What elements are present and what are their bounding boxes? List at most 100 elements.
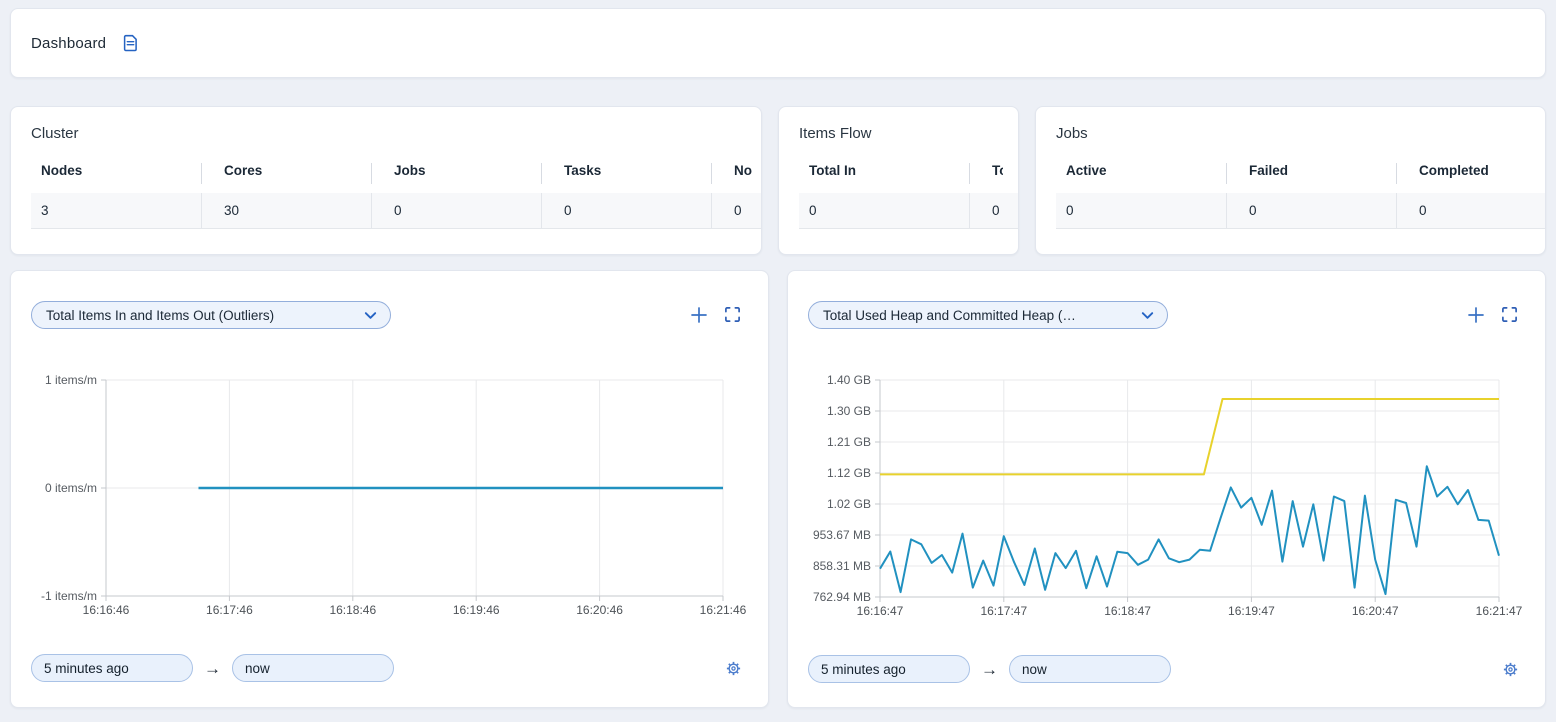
document-icon[interactable] [121, 33, 140, 53]
stat-value: 0 [1396, 193, 1516, 228]
stat-value: 0 [799, 193, 969, 228]
metric-selector-label: Total Used Heap and Committed Heap (… [823, 308, 1076, 323]
items-flow-card: Items Flow Total In Total Out 0 0 [778, 106, 1019, 255]
column-header: Total Out [969, 163, 1003, 184]
heap-line-chart [880, 380, 1499, 597]
y-tick: 0 items/m [45, 481, 97, 495]
y-tick: 1 items/m [45, 373, 97, 387]
gear-icon [725, 660, 742, 677]
stat-value: 0 [711, 193, 756, 228]
cluster-card-title: Cluster [31, 125, 761, 142]
items-chart-panel: Total Items In and Items Out (Outliers) [10, 270, 769, 708]
dashboard-page: Dashboard Cluster Nodes Cores Jobs Tasks… [0, 0, 1556, 716]
y-tick: 1.40 GB [827, 373, 871, 387]
x-tick: 16:16:47 [857, 604, 904, 618]
column-header: Total In [799, 163, 969, 184]
metric-selector-label: Total Items In and Items Out (Outliers) [46, 308, 274, 323]
column-header: Completed [1396, 163, 1516, 184]
column-header: Tasks [541, 163, 711, 184]
jobs-table-header: Active Failed Completed [1056, 163, 1545, 193]
metric-selector-dropdown[interactable]: Total Used Heap and Committed Heap (… [808, 301, 1168, 329]
fullscreen-button[interactable] [724, 306, 742, 324]
time-range-controls: → [31, 654, 744, 682]
chart-area: 1 items/m 0 items/m -1 items/m 16:16:46 … [31, 380, 744, 622]
page-header: Dashboard [10, 8, 1546, 78]
plus-icon [690, 306, 708, 324]
x-axis-labels: 16:16:47 16:17:47 16:18:47 16:19:47 16:2… [880, 597, 1499, 623]
time-from-input[interactable] [31, 654, 193, 682]
chevron-down-icon [363, 308, 378, 323]
y-tick: 1.12 GB [827, 466, 871, 480]
jobs-card: Jobs Active Failed Completed 0 0 0 [1035, 106, 1546, 255]
jobs-card-title: Jobs [1056, 125, 1545, 142]
stat-value: 3 [31, 193, 201, 228]
plot-area: 16:16:46 16:17:46 16:18:46 16:19:46 16:2… [106, 380, 723, 622]
column-header: No [711, 163, 756, 184]
column-header: Failed [1226, 163, 1396, 184]
x-tick: 16:16:46 [83, 603, 130, 617]
time-range-controls: → [808, 655, 1521, 683]
x-tick: 16:20:47 [1352, 604, 1399, 618]
x-tick: 16:17:46 [206, 603, 253, 617]
add-chart-button[interactable] [1467, 306, 1485, 324]
x-tick: 16:21:47 [1476, 604, 1523, 618]
y-tick: 1.30 GB [827, 404, 871, 418]
chevron-down-icon [1140, 308, 1155, 323]
settings-gear-button[interactable] [725, 660, 742, 677]
y-tick: -1 items/m [41, 589, 97, 603]
column-header: Nodes [31, 163, 201, 184]
y-tick: 1.02 GB [827, 497, 871, 511]
y-axis-labels: 1.40 GB 1.30 GB 1.21 GB 1.12 GB 1.02 GB … [808, 380, 880, 597]
stat-value: 0 [1056, 193, 1226, 228]
panel-header: Total Used Heap and Committed Heap (… [808, 301, 1521, 329]
plus-icon [1467, 306, 1485, 324]
gear-icon [1502, 661, 1519, 678]
items-flow-table-header: Total In Total Out [799, 163, 1018, 193]
x-tick: 16:18:46 [329, 603, 376, 617]
fullscreen-icon [724, 306, 741, 323]
arrow-right-icon: → [981, 661, 998, 678]
items-flow-table-row: 0 0 [799, 193, 1018, 229]
panel-actions [690, 306, 742, 324]
x-axis-labels: 16:16:46 16:17:46 16:18:46 16:19:46 16:2… [106, 596, 723, 622]
plot-area: 16:16:47 16:17:47 16:18:47 16:19:47 16:2… [880, 380, 1499, 623]
time-from-input[interactable] [808, 655, 970, 683]
column-header: Jobs [371, 163, 541, 184]
stat-value: 30 [201, 193, 371, 228]
heap-chart-panel: Total Used Heap and Committed Heap (… [787, 270, 1546, 708]
column-header: Cores [201, 163, 371, 184]
y-tick: 1.21 GB [827, 435, 871, 449]
x-tick: 16:18:47 [1104, 604, 1151, 618]
x-tick: 16:17:47 [980, 604, 1027, 618]
y-tick: 858.31 MB [813, 559, 871, 573]
x-tick: 16:20:46 [576, 603, 623, 617]
stats-row: Cluster Nodes Cores Jobs Tasks No 3 30 0… [10, 106, 1546, 255]
stat-value: 0 [1226, 193, 1396, 228]
metric-selector-dropdown[interactable]: Total Items In and Items Out (Outliers) [31, 301, 391, 329]
jobs-table-row: 0 0 0 [1056, 193, 1545, 229]
settings-gear-button[interactable] [1502, 661, 1519, 678]
panel-actions [1467, 306, 1519, 324]
charts-row: Total Items In and Items Out (Outliers) [10, 270, 1546, 708]
y-tick: 762.94 MB [813, 590, 871, 604]
fullscreen-icon [1501, 306, 1518, 323]
fullscreen-button[interactable] [1501, 306, 1519, 324]
x-tick: 16:19:46 [453, 603, 500, 617]
time-to-input[interactable] [1009, 655, 1171, 683]
y-axis-labels: 1 items/m 0 items/m -1 items/m [31, 380, 106, 596]
stat-value: 0 [969, 193, 1003, 228]
add-chart-button[interactable] [690, 306, 708, 324]
cluster-card: Cluster Nodes Cores Jobs Tasks No 3 30 0… [10, 106, 762, 255]
column-header: Active [1056, 163, 1226, 184]
y-tick: 953.67 MB [813, 528, 871, 542]
cluster-table-row: 3 30 0 0 0 [31, 193, 761, 229]
stat-value: 0 [541, 193, 711, 228]
stat-value: 0 [371, 193, 541, 228]
items-flow-card-title: Items Flow [799, 125, 1018, 142]
time-to-input[interactable] [232, 654, 394, 682]
items-line-chart [106, 380, 723, 596]
panel-header: Total Items In and Items Out (Outliers) [31, 301, 744, 329]
arrow-right-icon: → [204, 660, 221, 677]
x-tick: 16:21:46 [700, 603, 747, 617]
cluster-table-header: Nodes Cores Jobs Tasks No [31, 163, 761, 193]
